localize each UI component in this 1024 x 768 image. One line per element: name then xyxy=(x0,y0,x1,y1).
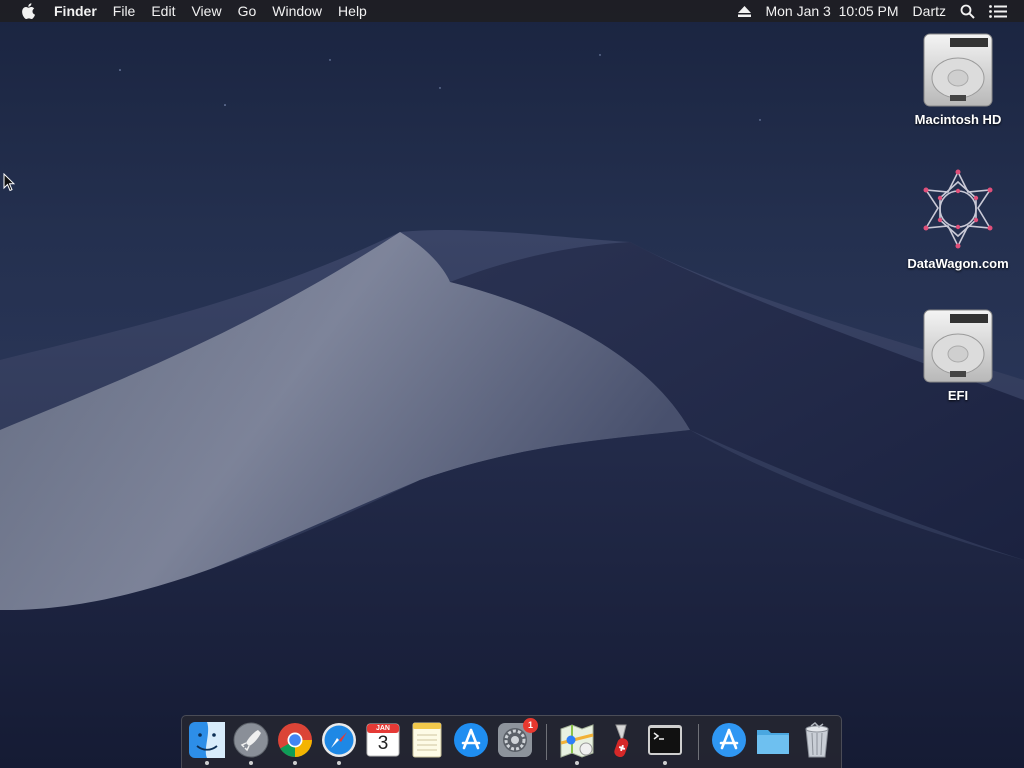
menu-go[interactable]: Go xyxy=(230,0,265,22)
dock-app-store[interactable] xyxy=(452,721,490,759)
spotlight-search-icon[interactable] xyxy=(953,4,982,19)
running-indicator xyxy=(663,761,667,765)
menu-user-name[interactable]: Dartz xyxy=(906,0,953,22)
calendar-day: 3 xyxy=(377,733,389,754)
chrome-icon xyxy=(278,723,312,757)
calendar-month: JAN xyxy=(375,725,390,732)
terminal-icon xyxy=(648,725,682,755)
dock-terminal[interactable] xyxy=(646,721,684,765)
dock-calendar[interactable]: JAN 3 xyxy=(364,721,402,759)
dock-folder[interactable] xyxy=(754,721,792,759)
mouse-cursor-icon xyxy=(3,173,15,192)
finder-icon xyxy=(189,722,225,758)
dock-chrome[interactable] xyxy=(276,721,314,765)
dock-safari[interactable] xyxy=(320,721,358,765)
desktop-icon-label: Macintosh HD xyxy=(914,112,1002,127)
app-store-icon xyxy=(454,723,488,757)
eject-icon[interactable] xyxy=(731,5,758,17)
menu-clock[interactable]: Mon Jan 3 10:05 PM xyxy=(758,0,905,22)
hard-drive-icon xyxy=(923,33,993,107)
menu-app-name[interactable]: Finder xyxy=(54,0,105,22)
dock-applications[interactable] xyxy=(710,721,748,759)
dock-maps[interactable] xyxy=(558,721,596,765)
menu-help[interactable]: Help xyxy=(330,0,375,22)
launchpad-icon xyxy=(233,722,269,758)
desktop-icon-macintosh-hd[interactable]: Macintosh HD xyxy=(898,32,1018,127)
running-indicator xyxy=(293,761,297,765)
safari-icon xyxy=(322,723,356,757)
desktop-icon-efi[interactable]: EFI xyxy=(898,308,1018,403)
running-indicator xyxy=(575,761,579,765)
menu-window[interactable]: Window xyxy=(264,0,330,22)
apple-menu-icon[interactable] xyxy=(20,0,36,22)
dock-system-preferences[interactable]: 1 xyxy=(496,718,538,759)
running-indicator xyxy=(337,761,341,765)
notification-center-icon[interactable] xyxy=(982,4,1014,18)
notification-badge: 1 xyxy=(523,718,538,733)
applications-folder-icon xyxy=(712,723,746,757)
running-indicator xyxy=(205,761,209,765)
running-indicator xyxy=(249,761,253,765)
menu-bar: Finder File Edit View Go Window Help Mon… xyxy=(0,0,1024,22)
dock-trash[interactable] xyxy=(798,721,836,759)
menu-file[interactable]: File xyxy=(105,0,144,22)
desktop-icon-label: EFI xyxy=(947,388,969,403)
wallpaper-dunes xyxy=(0,54,1024,768)
desktop-icon-label: DataWagon.com xyxy=(907,256,1009,271)
menu-view[interactable]: View xyxy=(183,0,229,22)
desktop[interactable]: Finder File Edit View Go Window Help Mon… xyxy=(0,0,1024,768)
dock-separator xyxy=(698,724,699,760)
dock-notes[interactable] xyxy=(408,721,446,759)
maps-icon xyxy=(560,724,594,758)
knife-icon xyxy=(614,724,629,758)
menu-edit[interactable]: Edit xyxy=(143,0,183,22)
notes-icon xyxy=(412,722,442,758)
desktop-icon-datawagon[interactable]: DataWagon.com xyxy=(898,168,1018,271)
folder-icon xyxy=(757,730,789,754)
dock-launchpad[interactable] xyxy=(232,721,270,765)
dock: JAN 3 1 xyxy=(181,715,842,768)
dock-finder[interactable] xyxy=(188,721,226,765)
trash-icon xyxy=(805,722,829,758)
dock-knife-app[interactable] xyxy=(602,721,640,759)
dock-separator xyxy=(546,724,547,760)
hard-drive-icon xyxy=(923,309,993,383)
datawagon-logo-icon xyxy=(923,169,993,249)
